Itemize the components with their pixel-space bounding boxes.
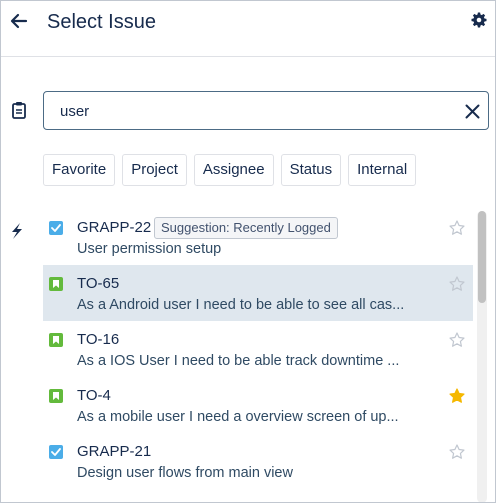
filter-bar: Favorite Project Assignee Status Interna… [43,154,417,186]
filter-assignee-button[interactable]: Assignee [193,154,274,186]
gear-icon [471,12,487,28]
checkbox-icon [49,445,63,459]
scrollbar-thumb[interactable] [478,211,486,303]
clear-search-button[interactable] [462,101,482,121]
issue-row-to-4[interactable]: TO-4 As a mobile user I need a overview … [43,377,473,433]
issue-summary: As a mobile user I need a overview scree… [77,409,399,425]
filter-status-button[interactable]: Status [280,154,342,186]
issue-key: TO-16 [77,331,120,348]
checkbox-icon [49,221,63,235]
star-icon[interactable] [449,332,465,348]
issue-key: TO-4 [77,387,111,404]
star-icon[interactable] [449,220,465,236]
arrow-left-icon [10,13,28,29]
bookmark-icon [49,333,63,347]
issue-summary: Design user flows from main view [77,465,293,481]
star-icon[interactable] [449,444,465,460]
back-button[interactable] [7,9,31,33]
search-box [43,91,489,130]
filter-favorite-button[interactable]: Favorite [43,154,116,186]
issue-key: TO-65 [77,275,120,292]
star-icon[interactable] [449,276,465,292]
issue-summary: As a Android user I need to be able to s… [77,297,405,313]
issue-key: GRAPP-21 [77,443,152,460]
clipboard-icon [12,102,26,119]
bookmark-icon [49,389,63,403]
issue-key: GRAPP-22 [77,219,152,236]
search-input[interactable] [60,100,440,122]
close-icon [465,104,479,118]
suggestion-badge: Suggestion: Recently Logged [154,217,338,239]
bookmark-icon [49,277,63,291]
issue-summary: As a IOS User I need to be able track do… [77,353,400,369]
issue-summary: User permission setup [77,241,222,257]
scrollbar[interactable] [477,211,487,502]
star-icon[interactable] [449,388,465,404]
issue-picker-panel: Select Issue Favorite Project Assignee S… [0,0,496,503]
issue-row-grapp-21[interactable]: GRAPP-21 Design user flows from main vie… [43,433,473,489]
filter-internal-button[interactable]: Internal [348,154,417,186]
filter-project-button[interactable]: Project [122,154,187,186]
page-title: Select Issue [47,11,156,33]
issue-row-to-16[interactable]: TO-16 As a IOS User I need to be able tr… [43,321,473,377]
issue-row-grapp-22[interactable]: GRAPP-22 Suggestion: Recently Logged Use… [43,209,473,265]
settings-button[interactable] [469,10,489,30]
issue-row-to-65[interactable]: TO-65 As a Android user I need to be abl… [43,265,473,321]
header: Select Issue [1,1,495,57]
lightning-icon [12,223,22,239]
issue-list: GRAPP-22 Suggestion: Recently Logged Use… [43,209,473,489]
